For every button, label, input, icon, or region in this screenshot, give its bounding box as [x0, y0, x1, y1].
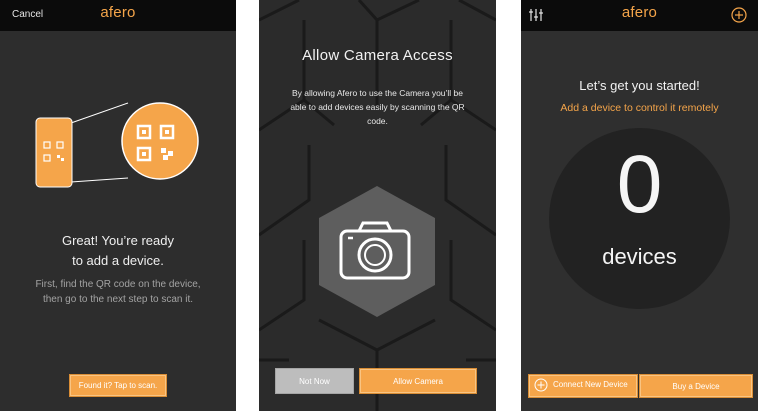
- connect-new-device-button[interactable]: Connect New Device: [528, 374, 638, 398]
- camera-access-title: Allow Camera Access: [302, 47, 453, 64]
- ready-title: Great! You’re ready to add a device.: [0, 231, 236, 271]
- add-device-screen: Cancel afero Great! You’re ready to add …: [0, 0, 236, 411]
- brand-logo: afero: [621, 4, 658, 21]
- device-count-label: devices: [602, 244, 677, 269]
- devices-home-screen: afero Let’s get you started! Add a devic…: [521, 0, 758, 411]
- camera-permission-screen: Allow Camera Access By allowing Afero to…: [259, 0, 496, 411]
- camera-desc-line1: By allowing Afero to use the Camera you’…: [291, 88, 464, 98]
- camera-access-description: By allowing Afero to use the Camera you’…: [275, 86, 480, 128]
- qr-illustration: [35, 102, 199, 188]
- started-subtitle: Add a device to control it remotely: [560, 102, 719, 114]
- scan-button[interactable]: Found it? Tap to scan.: [69, 374, 167, 397]
- ready-desc-line2: then go to the next step to scan it.: [42, 294, 194, 305]
- ready-description: First, find the QR code on the device, t…: [12, 277, 224, 307]
- camera-desc-line3: code.: [367, 116, 388, 126]
- camera-desc-line2: able to add devices easily by scanning t…: [290, 102, 465, 112]
- ready-title-line2: to add a device.: [72, 253, 164, 268]
- device-count: 0: [616, 139, 663, 230]
- not-now-button[interactable]: Not Now: [275, 368, 354, 394]
- qr-code-icon: [121, 102, 199, 180]
- plus-circle-icon: [534, 378, 548, 392]
- connector-line-top: [70, 102, 129, 124]
- started-title: Let’s get you started!: [579, 78, 700, 93]
- buy-device-button[interactable]: Buy a Device: [639, 374, 753, 398]
- camera-hexagon: [319, 186, 435, 317]
- connect-new-device-label: Connect New Device: [553, 380, 628, 389]
- top-bar: afero: [521, 0, 758, 31]
- connector-line-bottom: [70, 177, 129, 183]
- ready-title-line1: Great! You’re ready: [61, 233, 175, 248]
- ready-desc-line1: First, find the QR code on the device,: [35, 279, 201, 290]
- allow-camera-button[interactable]: Allow Camera: [359, 368, 477, 394]
- add-circle-icon[interactable]: [730, 6, 748, 24]
- phone-qr-icon: [35, 117, 73, 188]
